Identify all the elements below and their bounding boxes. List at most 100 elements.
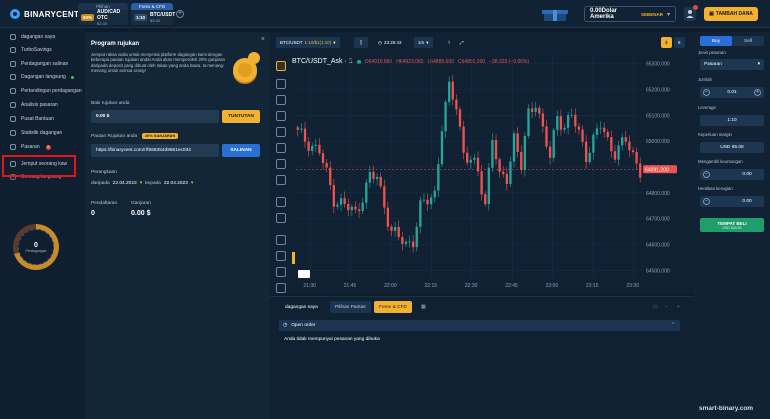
withdraw-button[interactable]: TUNTUTAN bbox=[222, 110, 260, 123]
timeframe-selector[interactable]: 1m ▾ bbox=[414, 37, 433, 48]
gift-icon[interactable] bbox=[538, 8, 572, 22]
measure-icon[interactable] bbox=[276, 159, 286, 169]
lock-icon[interactable] bbox=[276, 251, 286, 261]
tab-quick-options[interactable]: Pilihan Pantas bbox=[330, 301, 371, 313]
date-to[interactable]: 22.04.2023 bbox=[164, 181, 188, 186]
minimize-icon[interactable]: − bbox=[660, 301, 673, 313]
copy-button[interactable]: SALINAN bbox=[222, 144, 260, 157]
order-type-select[interactable]: Pasaran ▾ bbox=[700, 59, 764, 70]
top-bar: BINARYCENT Pilihan 93% AUD/CAD OTC $1.00 … bbox=[0, 0, 770, 28]
balance-selector[interactable]: 0.00Dolar Amerika SEBENAR ▾ bbox=[584, 6, 676, 22]
place-buy-button[interactable]: TEMPAT BELI USD 649.90 bbox=[700, 218, 764, 232]
candle-body bbox=[372, 171, 375, 179]
pattern-icon[interactable] bbox=[276, 143, 286, 153]
buy-toggle[interactable]: Buy bbox=[700, 36, 732, 46]
candle-body bbox=[426, 199, 429, 205]
candle-body bbox=[603, 127, 606, 132]
asset-name: BTC/USDT bbox=[280, 40, 303, 45]
fib-icon[interactable] bbox=[276, 95, 286, 105]
signups-label: Pendaftaran bbox=[91, 201, 118, 206]
sidebar-item-help[interactable]: Pusat Bantuan bbox=[10, 116, 54, 122]
calendar-icon[interactable]: ▦ bbox=[416, 301, 431, 313]
indicators-button[interactable]: ⌇ bbox=[444, 37, 454, 48]
sidebar-item-copy-trading[interactable]: Perdagangan salinan bbox=[10, 61, 68, 67]
trash-icon[interactable] bbox=[276, 283, 286, 293]
candle-body bbox=[516, 133, 519, 152]
chart-area: BTC/USDT 1:10/$1(1:10) ▾ ⫿ ◷ 23:25:43 1m ▾ ⌇… bbox=[270, 32, 694, 294]
fullscreen-icon: ⤢ bbox=[460, 40, 464, 45]
candle-body bbox=[455, 99, 458, 110]
trade-panel: Buy Sell Jenis pesanan Pasaran ▾ Jumlah −… bbox=[694, 32, 770, 419]
sell-toggle[interactable]: Sell bbox=[732, 36, 764, 46]
candle-body bbox=[541, 113, 545, 127]
y-tick-label: 64800.000 bbox=[646, 191, 670, 197]
minus-icon[interactable]: − bbox=[703, 171, 710, 178]
tab-forex-cfd[interactable]: Forex & CFD bbox=[374, 301, 412, 313]
minus-icon[interactable]: − bbox=[703, 198, 710, 205]
sidebar-item-analysis[interactable]: Analisis pasaran bbox=[10, 102, 58, 108]
plus-icon[interactable]: + bbox=[754, 89, 761, 96]
amount-stepper[interactable]: − 0.01 + bbox=[700, 87, 764, 98]
candle-body bbox=[606, 131, 609, 138]
chart-type-button[interactable]: ⫿ bbox=[354, 37, 368, 48]
stop-loss-field[interactable]: − 0.00 bbox=[700, 196, 764, 207]
currency-eur[interactable]: € bbox=[674, 37, 685, 48]
asset-tab-btc-usdt[interactable]: Forex & CFD 1:10 BTC/USDT $3.00 bbox=[131, 3, 175, 25]
candlestick-chart[interactable]: 65300.00065200.00065100.00065000.0006490… bbox=[292, 52, 692, 294]
leverage-badge: 1:10 bbox=[134, 14, 148, 21]
text-icon[interactable] bbox=[276, 127, 286, 137]
stats-icon bbox=[10, 130, 16, 136]
fullscreen-button[interactable]: ⤢ bbox=[456, 37, 468, 48]
candle-body bbox=[318, 144, 321, 154]
heart-icon[interactable] bbox=[276, 175, 286, 185]
candle-body bbox=[548, 146, 552, 158]
zoom-icon[interactable] bbox=[276, 213, 286, 223]
asset-tab-aud-cad[interactable]: Pilihan 93% AUD/CAD OTC $1.00 bbox=[78, 3, 128, 26]
take-profit-field[interactable]: − 0.00 bbox=[700, 169, 764, 180]
trades-icon bbox=[10, 34, 16, 40]
candle-body bbox=[530, 108, 534, 112]
bonus-value: 0.00 $ bbox=[91, 110, 219, 123]
sidebar-item-statistics[interactable]: Statistik dagangan bbox=[10, 130, 62, 136]
y-tick-label: 65100.000 bbox=[646, 113, 670, 119]
sidebar-item-tournaments[interactable]: Pertandingan perdagangan bbox=[10, 88, 82, 94]
close-icon[interactable]: × bbox=[672, 301, 685, 313]
logo[interactable]: BINARYCENT bbox=[10, 9, 79, 19]
order-type-value: Pasaran bbox=[704, 62, 722, 67]
tab-my-trades[interactable]: dagangan saya bbox=[280, 301, 323, 313]
sidebar-item-my-trades[interactable]: dagangan saya bbox=[10, 34, 55, 40]
brush-icon[interactable] bbox=[276, 111, 286, 121]
sidebar-item-live-trading[interactable]: Dagangan langsung bbox=[10, 74, 74, 80]
date-from[interactable]: 22.04.2023 bbox=[113, 181, 137, 186]
deposit-button[interactable]: ▣ TAMBAH DANA bbox=[704, 7, 758, 21]
leverage-field[interactable]: 1:10 bbox=[700, 115, 764, 126]
chevron-down-icon: ▾ bbox=[139, 181, 143, 186]
y-tick-label: 65300.000 bbox=[646, 62, 670, 68]
candle-body bbox=[617, 145, 620, 160]
add-asset-button[interactable]: + bbox=[176, 10, 184, 18]
candle-body bbox=[393, 226, 397, 231]
eye-icon[interactable] bbox=[276, 267, 286, 277]
candle-body bbox=[552, 130, 555, 158]
candle-body bbox=[386, 207, 390, 227]
close-icon[interactable]: × bbox=[261, 36, 265, 43]
magnet-icon[interactable] bbox=[276, 235, 286, 245]
crosshair-icon[interactable] bbox=[276, 61, 286, 71]
open-orders-header[interactable]: ◷ Open order ⌃ bbox=[279, 320, 680, 331]
order-type-label: Jenis pesanan bbox=[698, 50, 726, 55]
referral-link-field[interactable]: https://binarycent.com/r/f868354d9661ec0… bbox=[91, 144, 219, 157]
profile-button[interactable] bbox=[684, 5, 698, 21]
y-tick-label: 64700.000 bbox=[646, 217, 670, 223]
currency-usd[interactable]: $ bbox=[661, 37, 672, 48]
sidebar-item-turbosavings[interactable]: TurboSavings bbox=[10, 47, 52, 53]
market-icon bbox=[10, 144, 16, 150]
candle-body bbox=[411, 241, 415, 248]
candle-body bbox=[473, 157, 476, 160]
sidebar-item-market[interactable]: Pasaran 9 bbox=[10, 144, 51, 150]
minus-icon[interactable]: − bbox=[703, 89, 710, 96]
sidebar: dagangan saya TurboSavings Perdagangan s… bbox=[0, 28, 85, 419]
ruler-icon[interactable] bbox=[276, 197, 286, 207]
y-tick-label: 65200.000 bbox=[646, 88, 670, 94]
trendline-icon[interactable] bbox=[276, 79, 286, 89]
asset-selector[interactable]: BTC/USDT 1:10/$1(1:10) ▾ bbox=[276, 37, 340, 48]
